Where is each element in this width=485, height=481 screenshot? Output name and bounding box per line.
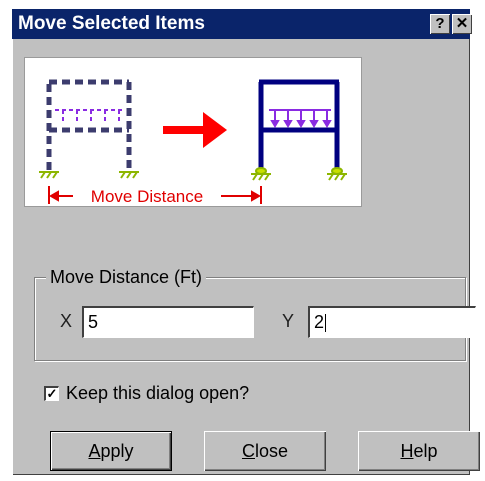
move-arrow <box>163 112 227 148</box>
y-distance-input[interactable]: 2 <box>308 306 476 338</box>
text-caret <box>325 314 327 333</box>
help-mnemonic: H <box>400 441 414 461</box>
x-distance-input[interactable]: 5 <box>82 306 254 338</box>
original-load <box>55 109 123 124</box>
dialog-title: Move Selected Items <box>18 13 205 34</box>
y-distance-value: 2 <box>314 312 325 332</box>
apply-label-rest: pply <box>100 441 134 461</box>
help-icon[interactable]: ? <box>430 14 450 34</box>
apply-mnemonic: A <box>88 441 101 461</box>
keep-open-checkbox[interactable]: ✓ <box>44 386 59 401</box>
close-mnemonic: C <box>241 441 255 461</box>
help-label-rest: elp <box>413 441 438 461</box>
y-label: Y <box>282 311 295 331</box>
close-icon[interactable]: ✕ <box>452 14 472 34</box>
move-illustration-graphic: Move Distance <box>39 79 347 206</box>
title-bar[interactable]: Move Selected Items ? ✕ <box>12 9 472 39</box>
move-selected-items-dialog: Move Selected Items ? ✕ Move Distance Mo… <box>12 9 480 475</box>
close-label-rest: lose <box>254 441 289 461</box>
keep-open-label[interactable]: Keep this dialog open? <box>66 383 249 404</box>
original-supports <box>39 171 139 179</box>
x-label: X <box>60 311 73 331</box>
help-button[interactable]: Help <box>358 431 480 471</box>
original-frame <box>46 79 132 170</box>
apply-button[interactable]: Apply <box>50 431 172 471</box>
moved-load <box>269 109 332 128</box>
close-button[interactable]: Close <box>204 431 326 471</box>
move-distance-group-label: Move Distance (Ft) <box>46 267 207 288</box>
move-illustration: Move Distance <box>24 57 362 207</box>
move-distance-caption: Move Distance <box>91 187 203 206</box>
moved-supports <box>251 167 347 181</box>
x-distance-value: 5 <box>88 312 99 332</box>
